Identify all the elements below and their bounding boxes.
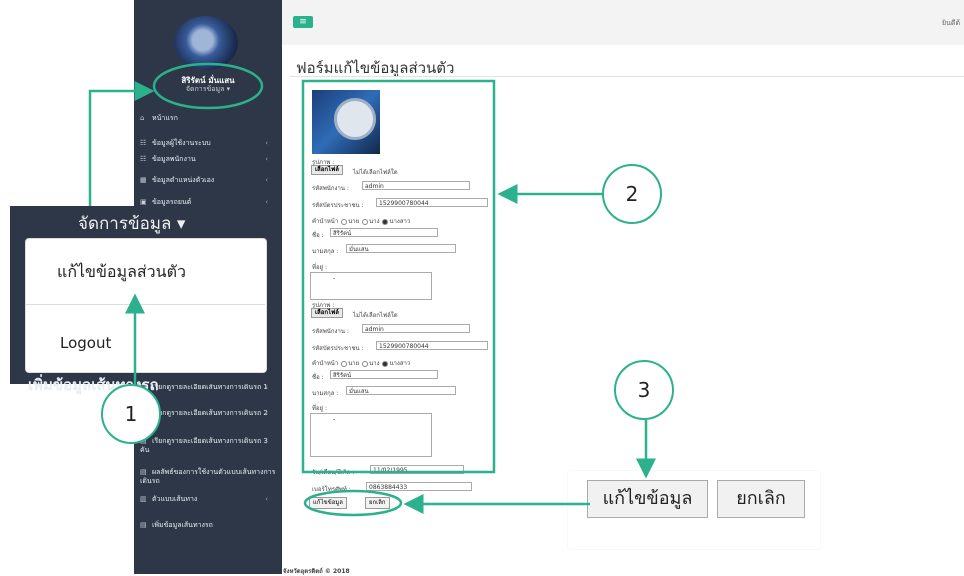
highlight-ellipse-buttons (303, 489, 403, 517)
annotation-overlay (88, 62, 656, 517)
step-marker-2: 2 (602, 164, 662, 224)
step-marker-3: 3 (614, 360, 674, 420)
arrow-to-profile (88, 81, 155, 206)
step-marker-1: 1 (101, 384, 161, 444)
highlight-ellipse-profile (152, 62, 264, 110)
highlight-rect-form (301, 79, 496, 474)
